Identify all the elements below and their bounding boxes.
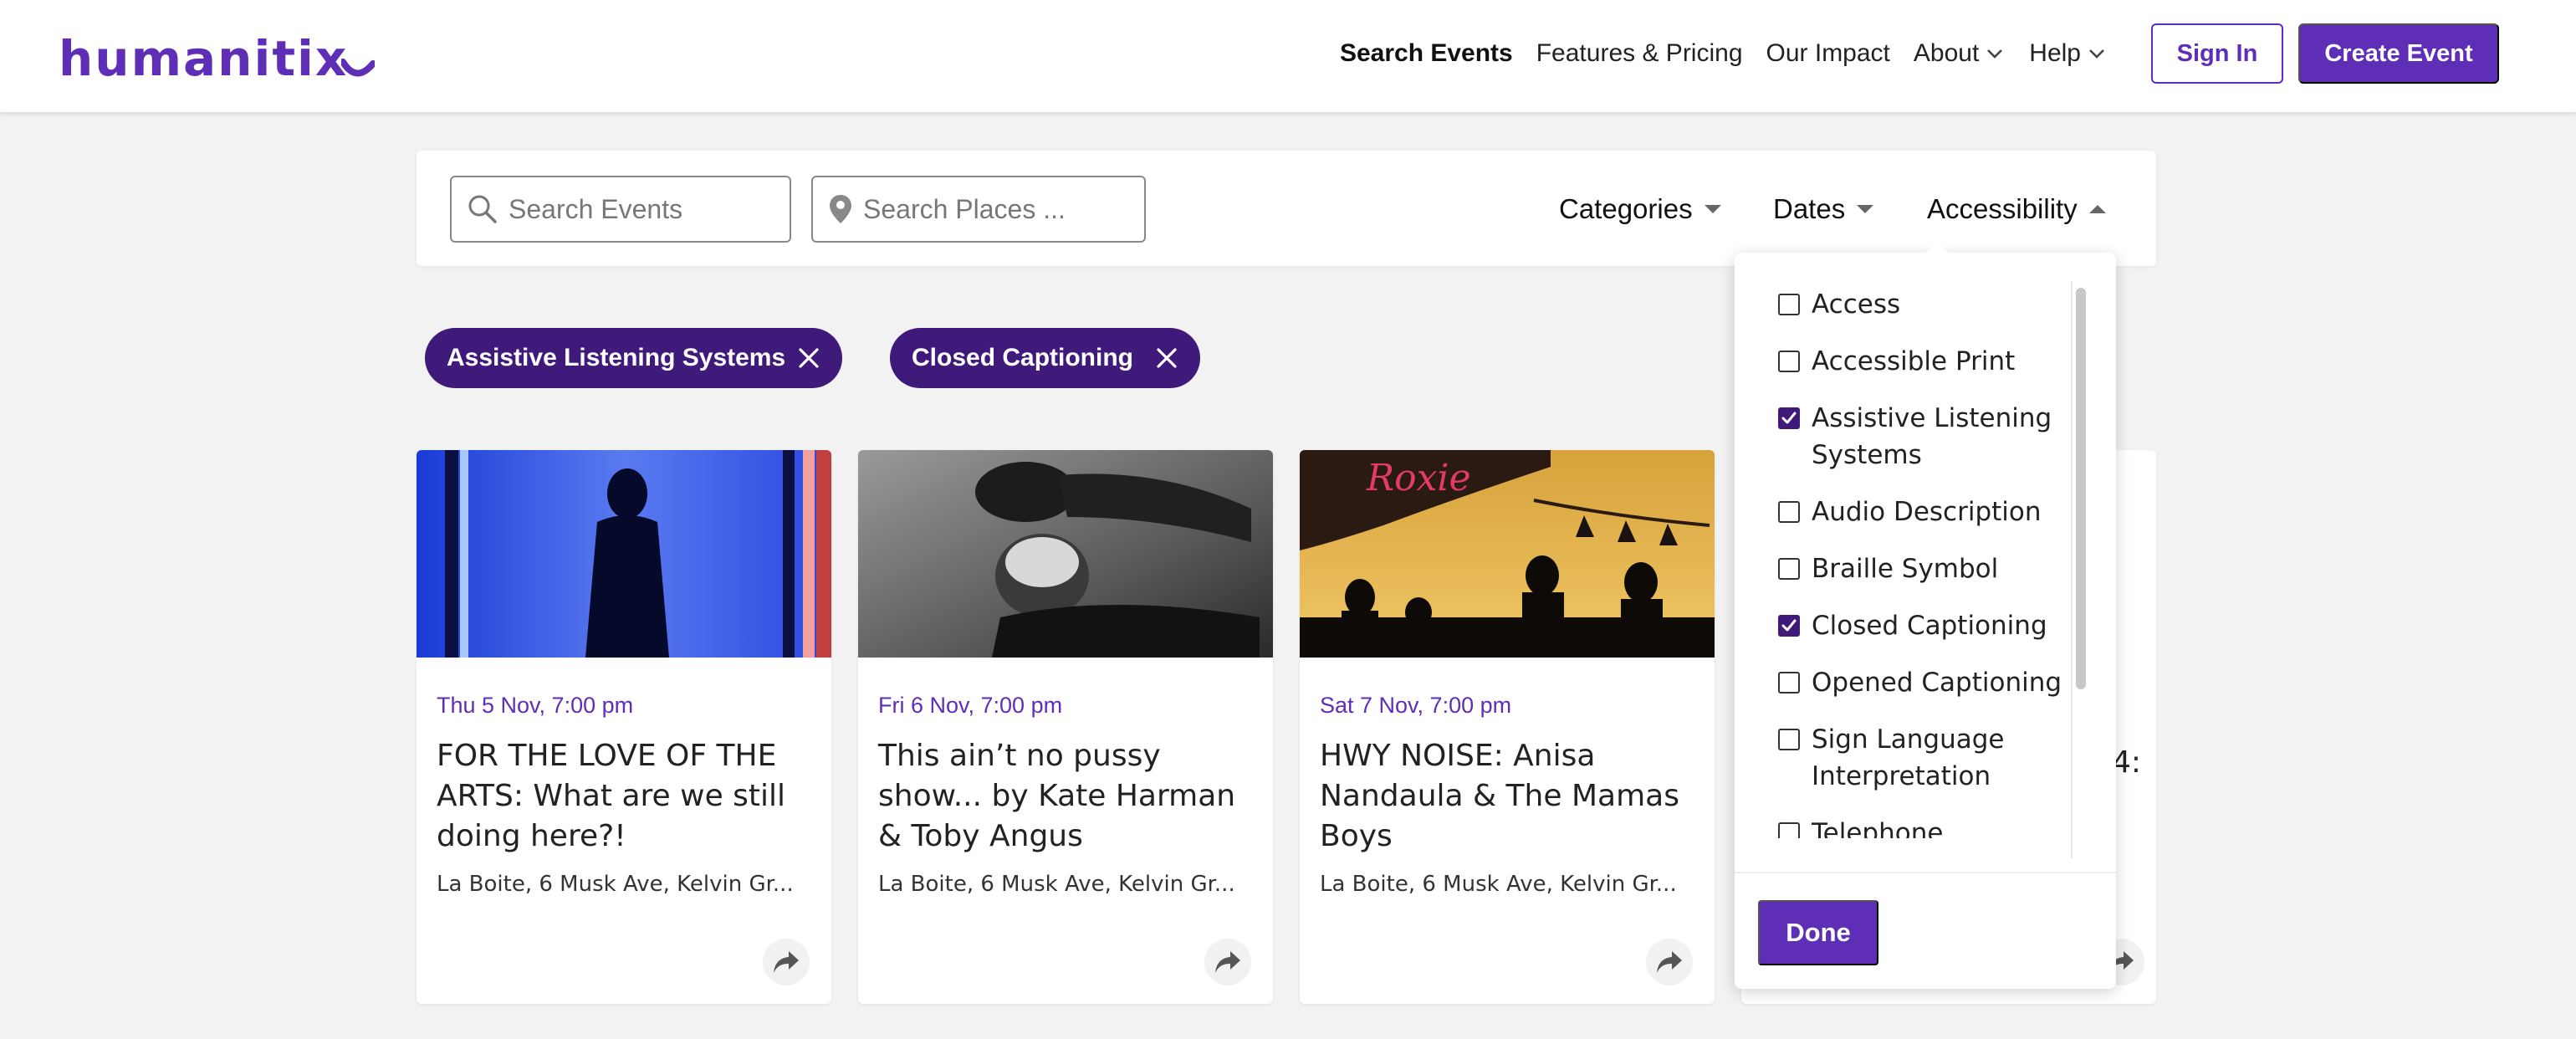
humanitix-logo[interactable]: humanitix [59,25,376,92]
checkbox-checked[interactable] [1778,615,1800,637]
close-icon[interactable] [1155,346,1178,370]
checkbox[interactable] [1778,351,1800,372]
accessibility-options-list: Access Accessible Print Assistive Listenin… [1778,286,2062,838]
scrollbar-thumb[interactable] [2076,288,2086,689]
search-events-box[interactable] [450,176,791,243]
event-card[interactable]: Thu 5 Nov, 7:00 pm FOR THE LOVE OF THE A… [417,450,831,1004]
nav-help[interactable]: Help [2029,39,2108,68]
checkbox[interactable] [1778,822,1800,838]
share-button[interactable] [763,939,810,985]
search-panel: Categories Dates Accessibility [417,151,2156,266]
option-label: Opened Captioning [1812,668,2062,698]
filter-chip-assistive-listening[interactable]: Assistive Listening Systems [425,328,843,388]
main-nav: Search Events Features & Pricing Our Imp… [1340,0,2108,107]
accessibility-option[interactable]: Audio Description [1778,494,2062,530]
search-places-input[interactable] [863,193,1114,225]
event-date: Thu 5 Nov, 7:00 pm [437,693,634,718]
nav-about[interactable]: About [1914,39,2006,68]
filter-label: Categories [1559,193,1693,224]
share-button[interactable] [1646,939,1693,985]
top-navigation-bar: humanitix Search Events Features & Prici… [0,0,2576,112]
close-icon[interactable] [797,346,820,370]
sign-in-button[interactable]: Sign In [2151,23,2283,84]
event-venue: La Boite, 6 Musk Ave, Kelvin Gr... [1320,872,1677,897]
nav-search-events[interactable]: Search Events [1340,39,1513,68]
accessibility-option[interactable]: Assistive Listening Systems [1778,400,2062,473]
event-image [858,450,1273,658]
chevron-down-icon [1987,49,2003,59]
option-label: Braille Symbol [1812,554,1999,584]
logo-swoosh-icon [341,59,376,77]
accessibility-filter-panel: Access Accessible Print Assistive Listenin… [1735,253,2116,989]
checkbox[interactable] [1778,501,1800,523]
accessibility-option[interactable]: Accessible Print [1778,343,2062,380]
event-image: Roxie [1300,450,1715,658]
roxie-sign-text: Roxie [1366,457,1471,499]
accessibility-option[interactable]: Braille Symbol [1778,550,2062,587]
panel-divider [1735,872,2116,873]
chip-label: Closed Captioning [912,344,1133,371]
event-title[interactable]: This ain’t no pussy show... by Kate Harm… [878,736,1263,857]
caret-down-icon [1704,205,1721,213]
share-button[interactable] [1204,939,1251,985]
search-events-input[interactable] [509,193,759,225]
option-label: Closed Captioning [1812,611,2047,641]
accessibility-option[interactable]: Sign Language Interpretation [1778,721,2062,795]
search-places-box[interactable] [811,176,1146,243]
logo-wordmark: humanitix [59,30,349,87]
nav-label: Search Events [1339,39,1513,67]
checkmark-icon [1781,619,1797,632]
option-label: Accessible Print [1812,346,2016,376]
option-label: Audio Description [1812,497,2042,527]
nav-label: About [1913,39,1980,67]
event-title[interactable]: FOR THE LOVE OF THE ARTS: What are we st… [437,736,821,857]
search-icon [468,195,497,223]
checkbox[interactable] [1778,729,1800,750]
chip-label: Assistive Listening Systems [447,344,786,371]
event-venue: La Boite, 6 Musk Ave, Kelvin Gr... [878,872,1235,897]
option-label: Access [1812,289,1901,320]
share-arrow-icon [1215,951,1240,973]
option-label: Assistive Listening Systems [1812,403,2052,470]
nav-label: Our Impact [1766,39,1890,67]
location-pin-icon [830,195,851,223]
checkbox[interactable] [1778,294,1800,315]
chevron-down-icon [2089,49,2104,59]
accessibility-option[interactable]: Telephone [1778,815,2062,838]
event-image [417,450,831,658]
accessibility-option[interactable]: Opened Captioning [1778,664,2062,701]
event-venue: La Boite, 6 Musk Ave, Kelvin Gr... [437,872,794,897]
checkmark-icon [1781,412,1797,424]
nav-label: Help [2029,39,2081,67]
event-card[interactable]: Fri 6 Nov, 7:00 pm This ain’t no pussy s… [858,450,1273,1004]
dates-dropdown[interactable]: Dates [1773,176,1874,243]
event-card[interactable]: Roxie Sat 7 Nov, 7:00 pm HWY NOISE: Anis… [1300,450,1715,1004]
create-event-button[interactable]: Create Event [2298,23,2499,84]
checkbox-checked[interactable] [1778,407,1800,429]
caret-down-icon [1857,205,1874,213]
event-date: Fri 6 Nov, 7:00 pm [878,693,1063,718]
filter-chip-closed-captioning[interactable]: Closed Captioning [890,328,1200,388]
caret-up-icon [2088,205,2106,213]
nav-features-pricing[interactable]: Features & Pricing [1536,39,1743,68]
event-date: Sat 7 Nov, 7:00 pm [1320,693,1512,718]
accessibility-dropdown[interactable]: Accessibility [1927,176,2106,243]
checkbox[interactable] [1778,558,1800,580]
filter-label: Accessibility [1927,193,2078,224]
done-button[interactable]: Done [1758,900,1878,965]
nav-our-impact[interactable]: Our Impact [1766,39,1890,68]
event-title[interactable]: HWY NOISE: Anisa Nandaula & The Mamas Bo… [1320,736,1705,857]
nav-label: Features & Pricing [1536,39,1743,67]
categories-dropdown[interactable]: Categories [1559,176,1721,243]
share-arrow-icon [774,951,799,973]
dropdown-pointer [1924,241,1950,254]
option-label: Sign Language Interpretation [1812,724,2005,791]
filter-label: Dates [1773,193,1846,224]
option-label: Telephone [1812,818,1944,838]
accessibility-option[interactable]: Closed Captioning [1778,607,2062,644]
checkbox[interactable] [1778,672,1800,694]
accessibility-option[interactable]: Access [1778,286,2062,323]
share-arrow-icon [1657,951,1682,973]
